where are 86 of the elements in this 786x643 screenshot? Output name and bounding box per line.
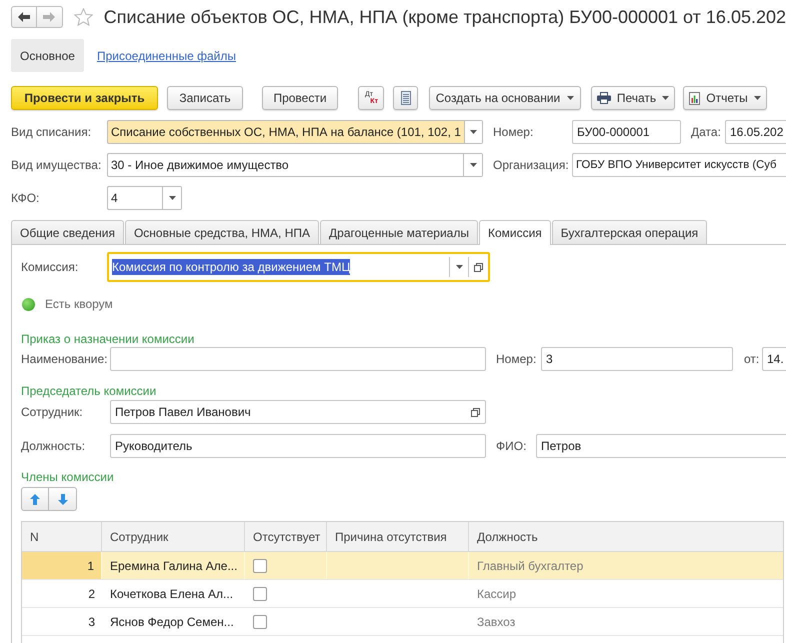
section-heading: Члены комиссии: [21, 470, 114, 484]
caret-icon: [567, 96, 574, 100]
write-off-type-field[interactable]: Списание собственных ОС, НМА, НПА на балансе (101, 102, 1: [107, 120, 483, 144]
form-tab[interactable]: Основное: [11, 39, 84, 72]
move-down-button[interactable]: [49, 487, 77, 511]
reports-button[interactable]: Отчеты: [683, 86, 767, 110]
caret-icon: [662, 96, 670, 100]
field-label: Номер:: [493, 125, 534, 139]
arrow-right-icon: [43, 12, 56, 22]
number-field[interactable]: БУ00-000001: [572, 120, 681, 144]
checkbox[interactable]: [253, 614, 267, 628]
table-cell-text: Кассир: [476, 586, 518, 602]
table-cell-text: Завхоз: [476, 614, 516, 630]
menu-button[interactable]: Создать на основании: [429, 86, 581, 110]
commission-field[interactable]: Комиссия по контролю за движением ТМЦ: [107, 252, 490, 282]
table-cell-text: Кочеткова Елена Ал...: [109, 586, 234, 602]
column-header[interactable]: Должность: [469, 522, 783, 552]
document-button[interactable]: [393, 86, 418, 110]
quorum-status: Есть кворум: [45, 296, 113, 313]
date-field[interactable]: 16.05.202: [725, 120, 786, 144]
field-label: ФИО:: [496, 439, 526, 453]
table-row[interactable]: 1 Еремина Галина Але... Главный бухгалтер: [22, 552, 783, 580]
kfo-field[interactable]: 4: [107, 186, 182, 210]
order-number-field[interactable]: 3: [541, 347, 733, 371]
tab[interactable]: Бухгалтерская операция: [552, 220, 708, 244]
dropdown-button[interactable]: [162, 187, 181, 209]
caret-icon: [470, 163, 476, 167]
toolbar-button[interactable]: Записать: [167, 86, 243, 110]
tab[interactable]: Общие сведения: [11, 220, 124, 244]
tab[interactable]: Драгоценные материалы: [320, 220, 478, 244]
report-icon: [689, 92, 700, 104]
window-title: Списание объектов ОС, НМА, НПА (кроме транспорта) БУ00-000001 от 16.05.202: [104, 6, 786, 29]
open-icon: [471, 408, 480, 416]
toolbar-button[interactable]: Провести: [262, 86, 338, 110]
dropdown-button[interactable]: [464, 121, 482, 143]
full-name-field[interactable]: Петров: [536, 434, 786, 458]
order-date-field[interactable]: 14.: [762, 347, 786, 371]
table-cell-text: 3: [87, 614, 96, 630]
arrow-left-icon: [18, 12, 30, 22]
position-field[interactable]: Руководитель: [110, 434, 486, 458]
field-label: от:: [744, 352, 760, 366]
employee-field[interactable]: Петров Павел Иванович: [110, 400, 486, 424]
field-label: Организация:: [493, 158, 569, 172]
caret-icon: [168, 196, 176, 200]
move-up-button[interactable]: [21, 487, 49, 511]
star-icon[interactable]: [74, 8, 93, 26]
column-header[interactable]: Отсутствует: [245, 522, 327, 552]
tab[interactable]: Основные средства, НМА, НПА: [124, 220, 320, 244]
printer-icon: [596, 92, 611, 104]
table-cell: Еремина Галина Але...: [102, 552, 245, 579]
back-button[interactable]: [11, 6, 38, 28]
section-heading: Председатель комиссии: [21, 384, 156, 398]
print-button[interactable]: Печать: [591, 86, 675, 110]
arrow-up-icon: [30, 494, 40, 504]
caret-icon: [456, 265, 462, 269]
table-cell-text: Яснов Федор Семен...: [109, 614, 235, 630]
organization-field[interactable]: ГОБУ ВПО Университет искусств (Суб: [572, 153, 786, 177]
column-header[interactable]: Причина отсутствия: [327, 522, 469, 552]
table-cell-text: 2: [87, 586, 96, 602]
checkbox[interactable]: [253, 586, 267, 600]
form-tab[interactable]: Присоединенные файлы: [84, 39, 249, 72]
field-label: Дата:: [691, 125, 721, 139]
open-icon: [474, 262, 483, 272]
caret-icon: [470, 130, 477, 134]
property-type-field[interactable]: 30 - Иное движимое имущество: [107, 153, 483, 177]
document-icon: [400, 91, 410, 105]
arrow-down-icon: [58, 494, 68, 504]
field-label: Должность:: [21, 439, 86, 453]
field-label: Вид списания:: [11, 125, 92, 139]
table-cell-text: Главный бухгалтер: [476, 558, 584, 574]
field-label: Наименование:: [21, 352, 108, 366]
tab[interactable]: Комиссия: [478, 220, 551, 245]
post-and-close-button[interactable]: Провести и закрыть: [11, 86, 158, 110]
field-label: Комиссия:: [21, 260, 78, 274]
field-label: Номер:: [496, 352, 536, 366]
field-label: КФО:: [11, 191, 40, 205]
checkbox[interactable]: [253, 558, 267, 572]
field-label: Сотрудник:: [21, 405, 83, 419]
section-heading: Приказ о назначении комиссии: [21, 332, 194, 346]
column-header[interactable]: N: [22, 522, 102, 552]
caret-icon: [754, 96, 761, 100]
dropdown-button[interactable]: [463, 154, 482, 176]
order-name-field[interactable]: [110, 347, 486, 371]
table-cell: 1: [22, 552, 102, 579]
column-header[interactable]: Сотрудник: [102, 522, 245, 552]
field-label: Вид имущества:: [11, 158, 102, 172]
